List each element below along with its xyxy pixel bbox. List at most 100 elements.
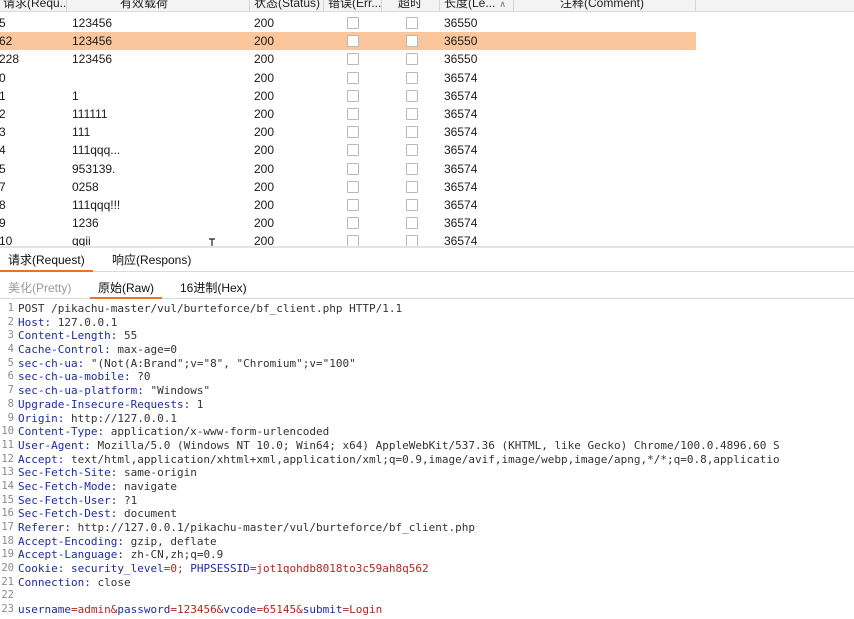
table-row[interactable]: 0 200 36574: [0, 69, 854, 87]
tab-raw[interactable]: 原始(Raw): [90, 277, 162, 299]
text-token: max-age=0: [110, 343, 177, 357]
request-line[interactable]: 15 Sec-Fetch-User: ?1: [0, 494, 854, 508]
request-line[interactable]: 16 Sec-Fetch-Dest: document: [0, 507, 854, 521]
timeout-checkbox[interactable]: [406, 71, 418, 84]
cell-length: 36574: [444, 179, 478, 194]
header-key-token: Sec-Fetch-Site:: [18, 466, 118, 480]
timeout-checkbox[interactable]: [406, 107, 418, 120]
table-row[interactable]: 3 111 200 36574: [0, 123, 854, 141]
line-number: 13: [1, 466, 14, 479]
error-checkbox[interactable]: [347, 144, 359, 157]
timeout-checkbox[interactable]: [406, 235, 418, 246]
column-header-label: 超时: [398, 0, 423, 10]
request-line[interactable]: 21 Connection: close: [0, 576, 854, 590]
tab-hex[interactable]: 16进制(Hex): [172, 277, 255, 299]
request-line[interactable]: 1 POST /pikachu-master/vul/burteforce/bf_…: [0, 302, 854, 316]
request-line[interactable]: 11 User-Agent: Mozilla/5.0 (Windows NT 10…: [0, 439, 854, 453]
timeout-checkbox[interactable]: [406, 17, 418, 29]
request-line[interactable]: 19 Accept-Language: zh-CN,zh;q=0.9: [0, 548, 854, 562]
request-line[interactable]: 3 Content-Length: 55: [0, 329, 854, 343]
request-line[interactable]: 20 Cookie: security_level=0; PHPSESSID=jo…: [0, 562, 854, 576]
table-row[interactable]: 5 123456 200 36550: [0, 14, 854, 32]
timeout-checkbox[interactable]: [406, 89, 418, 102]
error-checkbox[interactable]: [347, 217, 359, 230]
error-checkbox[interactable]: [347, 17, 359, 29]
request-line[interactable]: 10 Content-Type: application/x-www-form-u…: [0, 425, 854, 439]
pane-divider[interactable]: [0, 246, 854, 248]
column-header-length[interactable]: 长度(Le... ∧: [440, 0, 514, 12]
timeout-checkbox[interactable]: [406, 53, 418, 66]
cell-request-number: 1: [0, 88, 6, 103]
raw-request-editor[interactable]: 1 POST /pikachu-master/vul/burteforce/bf_…: [0, 302, 854, 619]
timeout-checkbox[interactable]: [406, 180, 418, 193]
request-line[interactable]: 13 Sec-Fetch-Site: same-origin: [0, 466, 854, 480]
timeout-checkbox[interactable]: [406, 217, 418, 230]
timeout-checkbox[interactable]: [406, 144, 418, 157]
request-line[interactable]: 23 username=admin&password=123456&vcode=6…: [0, 603, 854, 617]
tab-request[interactable]: 请求(Request): [0, 249, 93, 272]
error-checkbox[interactable]: [347, 162, 359, 175]
column-header-label: 有效载荷: [120, 0, 169, 10]
error-checkbox[interactable]: [347, 35, 359, 48]
request-line[interactable]: 5 sec-ch-ua: "(Not(A:Brand";v="8", "Chrom…: [0, 357, 854, 371]
tab-response[interactable]: 响应(Respons): [104, 249, 199, 272]
error-checkbox[interactable]: [347, 71, 359, 84]
error-checkbox[interactable]: [347, 89, 359, 102]
request-line[interactable]: 17 Referer: http://127.0.0.1/pikachu-mast…: [0, 521, 854, 535]
sort-chevron-icon[interactable]: ∧: [499, 0, 506, 9]
table-row[interactable]: 5 953139. 200 36574: [0, 160, 854, 178]
tab-pretty[interactable]: 美化(Pretty): [0, 277, 79, 299]
request-line[interactable]: 6 sec-ch-ua-mobile: ?0: [0, 370, 854, 384]
table-row[interactable]: 8 111qqq!!! 200 36574: [0, 196, 854, 214]
line-content: Sec-Fetch-Site: same-origin: [18, 466, 197, 480]
error-checkbox[interactable]: [347, 198, 359, 211]
column-header-payload[interactable]: 有效载荷: [68, 0, 250, 12]
column-header-status[interactable]: 状态(Status): [250, 0, 324, 12]
table-row[interactable]: 7 0258 200 36574: [0, 178, 854, 196]
column-header-error[interactable]: 错误(Err...: [324, 0, 382, 12]
request-line[interactable]: 9 Origin: http://127.0.0.1: [0, 412, 854, 426]
header-key-token: Connection:: [18, 575, 91, 589]
column-header-req[interactable]: 请求(Requ...: [0, 0, 67, 12]
timeout-checkbox[interactable]: [406, 162, 418, 175]
timeout-checkbox[interactable]: [406, 198, 418, 211]
table-row[interactable]: 9 1236 200 36574: [0, 214, 854, 232]
request-line[interactable]: 12 Accept: text/html,application/xhtml+xm…: [0, 453, 854, 467]
cell-length: 36574: [444, 125, 478, 140]
table-row[interactable]: 228 123456 200 36550: [0, 50, 854, 68]
cell-request-number: 4: [0, 143, 6, 158]
table-row[interactable]: 10 qqii 200 36574: [0, 232, 854, 246]
line-content: sec-ch-ua-mobile: ?0: [18, 370, 150, 384]
text-token: text/html,application/xhtml+xml,applicat…: [64, 452, 780, 466]
column-header-label: 长度(Le...: [444, 0, 496, 10]
timeout-checkbox[interactable]: [406, 126, 418, 139]
line-number: 5: [7, 356, 14, 369]
table-row[interactable]: 1 1 200 36574: [0, 87, 854, 105]
cell-status: 200: [254, 179, 275, 194]
cell-request-number: 62: [0, 34, 13, 49]
cell-request-number: 5: [0, 16, 6, 30]
error-checkbox[interactable]: [347, 107, 359, 120]
error-checkbox[interactable]: [347, 126, 359, 139]
cell-length: 36574: [444, 197, 478, 212]
cell-payload: 953139.: [72, 161, 116, 176]
request-line[interactable]: 14 Sec-Fetch-Mode: navigate: [0, 480, 854, 494]
timeout-checkbox[interactable]: [406, 35, 418, 48]
column-header-timeout[interactable]: 超时: [382, 0, 440, 12]
error-checkbox[interactable]: [347, 53, 359, 66]
request-line[interactable]: 2 Host: 127.0.0.1: [0, 316, 854, 330]
table-row[interactable]: 4 111qqq... 200 36574: [0, 141, 854, 159]
cell-length: 36550: [444, 16, 478, 30]
error-checkbox[interactable]: [347, 235, 359, 246]
request-line[interactable]: 22: [0, 589, 854, 603]
request-line[interactable]: 18 Accept-Encoding: gzip, deflate: [0, 535, 854, 549]
table-row[interactable]: 2 111111 200 36574: [0, 105, 854, 123]
line-number: 6: [7, 370, 14, 383]
column-header-comment[interactable]: 注释(Comment): [514, 0, 696, 12]
request-line[interactable]: 7 sec-ch-ua-platform: "Windows": [0, 384, 854, 398]
request-line[interactable]: 8 Upgrade-Insecure-Requests: 1: [0, 398, 854, 412]
table-row[interactable]: 62 123456 200 36550: [0, 32, 854, 51]
request-line[interactable]: 4 Cache-Control: max-age=0: [0, 343, 854, 357]
header-key-token: sec-ch-ua-mobile:: [18, 370, 131, 384]
error-checkbox[interactable]: [347, 180, 359, 193]
